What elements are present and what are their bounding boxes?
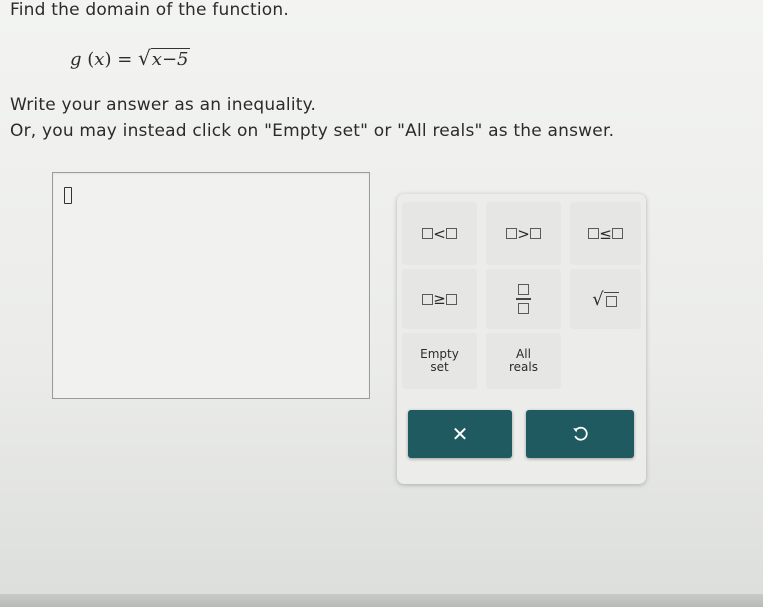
empty-set-button[interactable]: Empty set xyxy=(402,333,477,389)
function-name: g xyxy=(70,49,82,70)
greater-equal-symbol: ≥ xyxy=(433,290,446,308)
fraction-button[interactable] xyxy=(486,269,561,329)
instruction-inequality: Write your answer as an inequality. xyxy=(10,95,317,115)
greater-than-button[interactable]: > xyxy=(486,202,561,265)
clear-button[interactable]: ✕ xyxy=(408,410,512,458)
square-root-button[interactable]: √ xyxy=(570,269,641,329)
less-than-button[interactable]: < xyxy=(402,202,477,265)
all-reals-button[interactable]: All reals xyxy=(486,333,561,389)
greater-equal-button[interactable]: ≥ xyxy=(402,269,477,329)
question-title: Find the domain of the function. xyxy=(10,0,289,20)
instruction-empty-all: Or, you may instead click on "Empty set"… xyxy=(10,121,615,141)
bottom-edge xyxy=(0,594,763,607)
math-keypad: < > ≤ ≥ √ Empty set All reals ✕ xyxy=(397,194,646,484)
all-reals-label-line2: reals xyxy=(509,360,538,374)
radicand: x−5 xyxy=(150,48,191,70)
empty-set-label-line2: set xyxy=(430,360,449,374)
function-expression: g (x) = √x−5 xyxy=(70,46,191,70)
answer-input[interactable] xyxy=(52,172,370,399)
less-than-symbol: < xyxy=(433,224,446,243)
fraction-icon xyxy=(516,284,531,314)
function-variable: x xyxy=(94,49,105,70)
close-icon: ✕ xyxy=(451,422,469,446)
less-equal-symbol: ≤ xyxy=(599,224,612,243)
undo-icon xyxy=(573,426,588,441)
radical-sign: √ xyxy=(138,46,151,70)
greater-than-symbol: > xyxy=(517,224,530,243)
undo-button[interactable] xyxy=(526,410,634,458)
input-cursor xyxy=(64,187,72,204)
square-root-icon: √ xyxy=(592,289,619,310)
less-equal-button[interactable]: ≤ xyxy=(570,202,641,265)
